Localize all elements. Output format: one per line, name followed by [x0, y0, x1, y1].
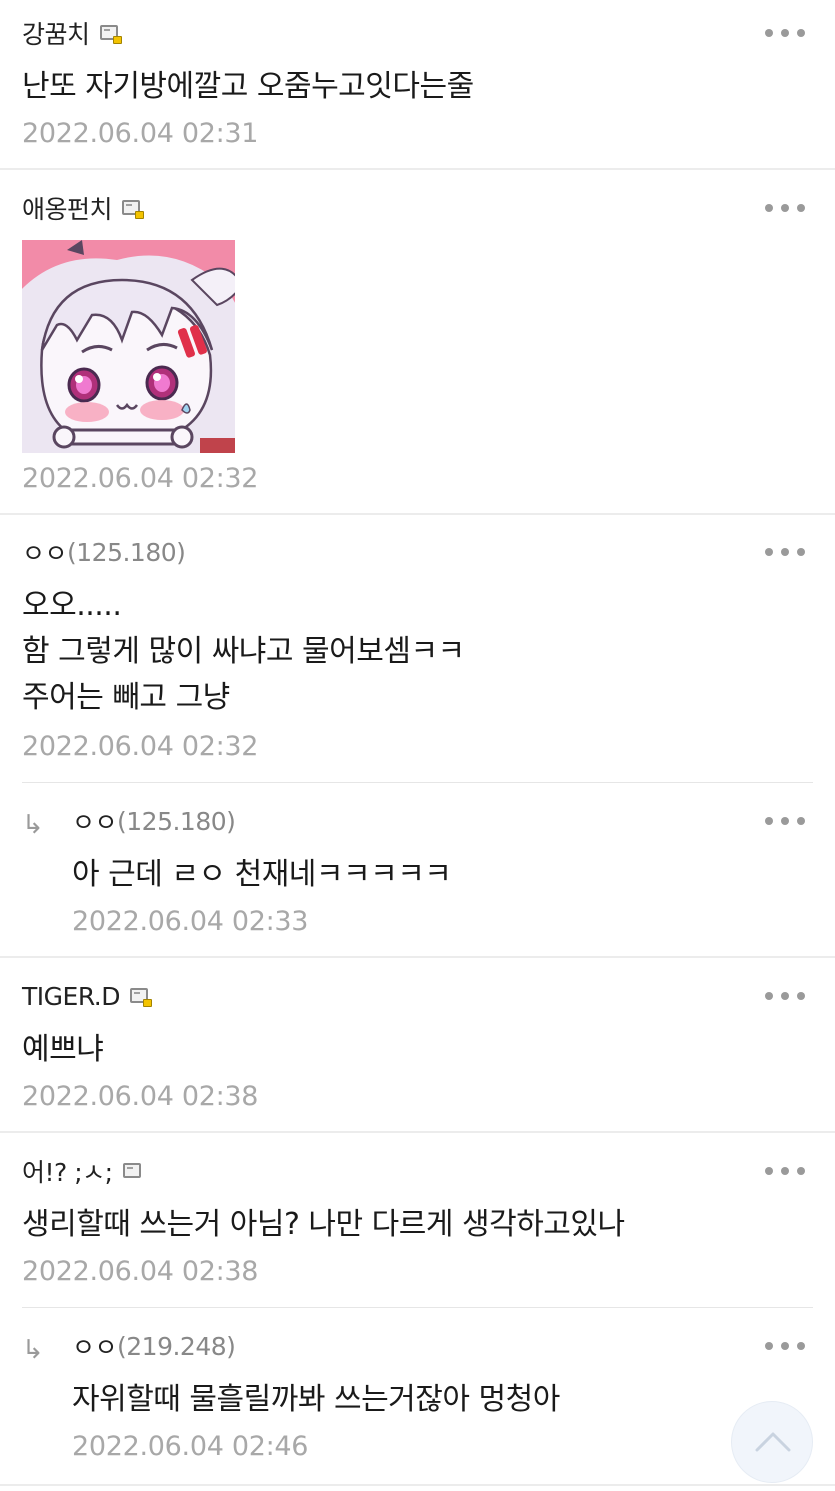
member-badge-icon — [122, 1162, 143, 1180]
comment-header: 어!? ;ㅅ; — [22, 1153, 143, 1189]
comment-date: 2022.06.04 02:32 — [22, 731, 259, 762]
comment-date: 2022.06.04 02:32 — [22, 463, 259, 494]
scroll-top-button[interactable] — [731, 1401, 813, 1483]
comment-date: 2022.06.04 02:31 — [22, 118, 259, 149]
comment-date: 2022.06.04 02:38 — [22, 1256, 259, 1287]
comment-header: ㅇㅇ (125.180) — [22, 534, 186, 570]
comment-ip: (125.180) — [67, 537, 186, 567]
comment-text-line: 오오..... — [22, 588, 122, 623]
comment-text: 난또 자기방에깔고 오줌누고잇다는줄 — [22, 69, 474, 104]
comment-author[interactable]: TIGER.D — [22, 982, 121, 1011]
comment-ip: (219.248) — [117, 1331, 236, 1361]
more-dots-icon[interactable] — [765, 989, 805, 1003]
more-dots-icon[interactable] — [765, 201, 805, 215]
more-dots-icon[interactable] — [765, 26, 805, 40]
comment-date: 2022.06.04 02:38 — [22, 1081, 259, 1112]
comment-ip: (125.180) — [117, 806, 236, 836]
reply-item: ↳ ㅇㅇ (125.180) 아 근데 ㄹㅇ 천재네ㅋㅋㅋㅋㅋ 2022.06.… — [0, 806, 835, 956]
comment-text: 예쁘냐 — [22, 1032, 104, 1067]
more-dots-icon[interactable] — [765, 814, 805, 828]
more-dots-icon[interactable] — [765, 1339, 805, 1353]
comment-item: 어!? ;ㅅ; 생리할때 쓰는거 아님? 나만 다르게 생각하고있나 2022.… — [0, 1156, 835, 1306]
comment-header: ㅇㅇ (125.180) — [72, 803, 236, 839]
chevron-up-icon — [755, 1432, 791, 1452]
comment-item: 강꿈치 난또 자기방에깔고 오줌누고잇다는줄 2022.06.04 02:31 — [0, 18, 835, 168]
sticker-image — [22, 240, 235, 453]
member-badge-icon — [130, 987, 152, 1007]
comment-text: 자위할때 물흘릴까봐 쓰는거잖아 멍청아 — [72, 1382, 560, 1417]
divider — [0, 168, 835, 170]
comment-author[interactable]: ㅇㅇ — [72, 1328, 118, 1364]
comment-text-line: 함 그렇게 많이 싸냐고 물어보셈ㅋㅋ — [22, 634, 465, 669]
reply-arrow-icon: ↳ — [22, 810, 44, 840]
anime-girl-sticker[interactable] — [22, 240, 235, 453]
comment-header: 애옹펀치 — [22, 190, 145, 226]
reply-arrow-icon: ↳ — [22, 1335, 44, 1365]
comment-header: 강꿈치 — [22, 15, 122, 51]
comment-author[interactable]: 강꿈치 — [22, 15, 90, 51]
member-badge-icon — [99, 24, 122, 44]
member-badge-icon — [122, 199, 145, 219]
divider — [0, 1131, 835, 1133]
comment-author[interactable]: 애옹펀치 — [22, 190, 113, 226]
reply-item: ↳ ㅇㅇ (219.248) 자위할때 물흘릴까봐 쓰는거잖아 멍청아 2022… — [0, 1331, 835, 1481]
comment-author[interactable]: 어!? ;ㅅ; — [22, 1153, 113, 1189]
divider — [0, 513, 835, 515]
comment-text: 생리할때 쓰는거 아님? 나만 다르게 생각하고있나 — [22, 1207, 625, 1242]
divider — [22, 782, 813, 783]
divider — [0, 1484, 835, 1486]
comment-text-line: 주어는 빼고 그냥 — [22, 680, 230, 715]
comment-text: 아 근데 ㄹㅇ 천재네ㅋㅋㅋㅋㅋ — [72, 857, 452, 892]
more-dots-icon[interactable] — [765, 1164, 805, 1178]
comment-header: TIGER.D — [22, 981, 152, 1011]
more-dots-icon[interactable] — [765, 545, 805, 559]
comment-author[interactable]: ㅇㅇ — [22, 534, 68, 570]
comment-date: 2022.06.04 02:33 — [72, 906, 309, 937]
divider — [0, 956, 835, 958]
comment-item: ㅇㅇ (125.180) 오오..... 함 그렇게 많이 싸냐고 물어보셈ㅋㅋ… — [0, 537, 835, 782]
comment-author[interactable]: ㅇㅇ — [72, 803, 118, 839]
comment-date: 2022.06.04 02:46 — [72, 1431, 309, 1462]
comment-item: TIGER.D 예쁘냐 2022.06.04 02:38 — [0, 981, 835, 1131]
comment-header: ㅇㅇ (219.248) — [72, 1328, 236, 1364]
divider — [22, 1307, 813, 1308]
